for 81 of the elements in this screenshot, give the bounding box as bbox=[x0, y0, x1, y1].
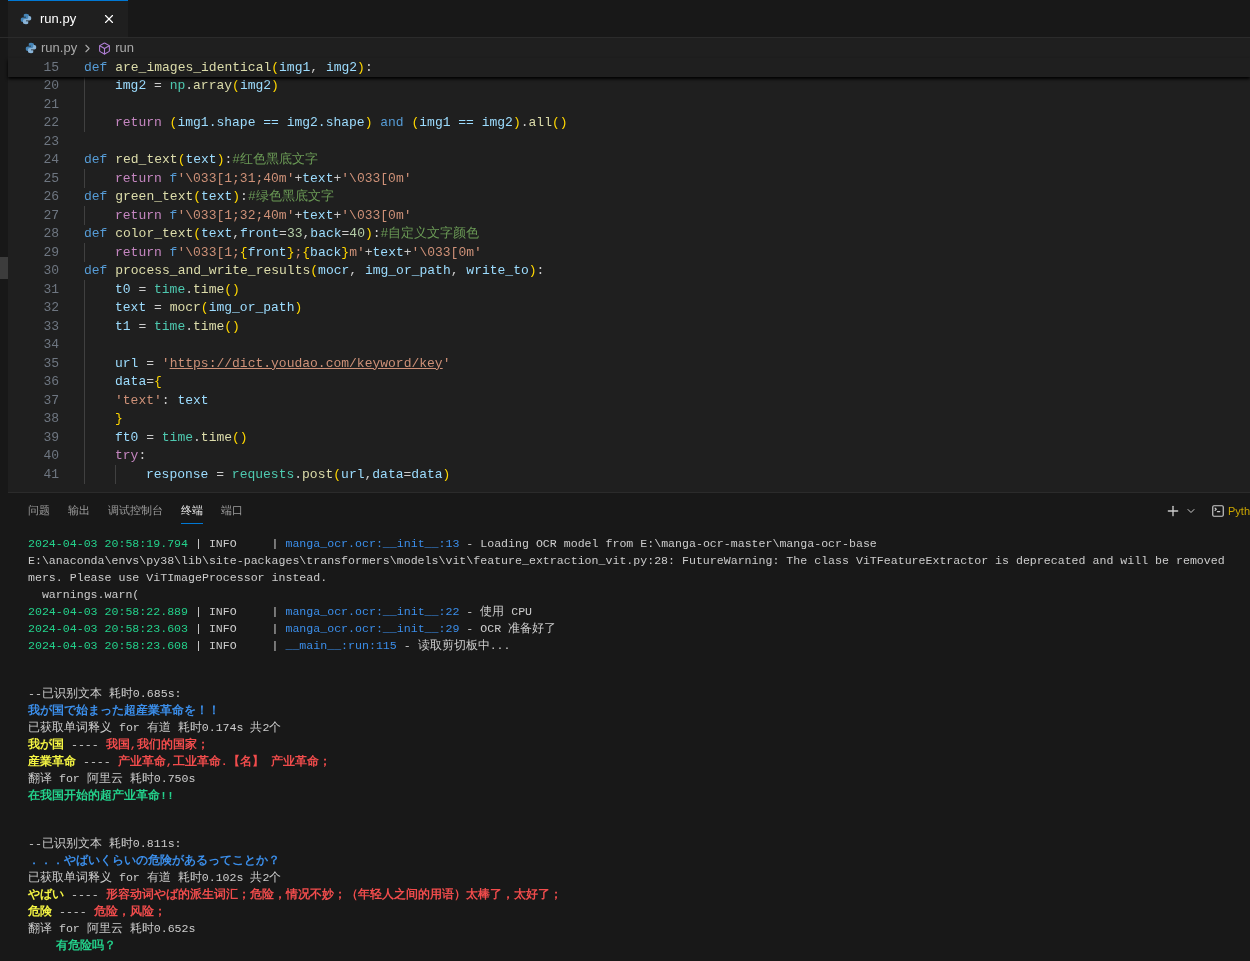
line-number: 29 bbox=[42, 243, 59, 262]
code-line: data={ bbox=[115, 373, 162, 391]
code-line: return (img1.shape == img2.shape) and (img1 == img2).all() bbox=[115, 114, 568, 132]
terminal-line: 翻译 for 阿里云 耗时0.750s bbox=[28, 771, 197, 787]
terminal-line: 在我国开始的超产业革命!! bbox=[28, 787, 175, 804]
add-terminal-icon[interactable] bbox=[1165, 503, 1181, 519]
line-number: 27 bbox=[42, 206, 59, 225]
code-line: def process_and_write_results(mocr, img_or_path, write_to): bbox=[84, 262, 545, 280]
terminal-profile-label[interactable]: Pyth bbox=[1228, 502, 1250, 520]
line-number: 26 bbox=[42, 188, 59, 206]
close-icon[interactable] bbox=[102, 12, 116, 26]
code-line: return f'\033[1;32;40m'+text+'\033[0m' bbox=[115, 206, 412, 225]
terminal-line: 我が国で始まった超産業革命を！！ bbox=[28, 702, 221, 719]
line-number: 36 bbox=[42, 373, 59, 391]
code-line: return f'\033[1;31;40m'+text+'\033[0m' bbox=[115, 169, 412, 188]
line-number: 39 bbox=[42, 428, 59, 447]
code-line: response = requests.post(url,data=data) bbox=[146, 465, 451, 484]
line-number: 25 bbox=[42, 169, 59, 188]
code-line: def red_text(text):#红色黑底文字 bbox=[84, 151, 319, 169]
line-number: 41 bbox=[42, 465, 59, 484]
line-number: 38 bbox=[42, 410, 59, 428]
python-file-icon bbox=[20, 13, 32, 25]
code-line: ft0 = time.time() bbox=[115, 428, 248, 447]
panel-tab[interactable]: 问题 bbox=[28, 498, 50, 524]
breadcrumb-item[interactable]: run.py bbox=[41, 38, 78, 58]
line-number: 21 bbox=[42, 95, 59, 114]
breadcrumb-item[interactable]: run bbox=[115, 38, 134, 58]
line-number: 33 bbox=[42, 317, 59, 336]
code-line: def color_text(text,front=33,back=40):#自定义文字颜色 bbox=[84, 225, 480, 243]
cube-icon bbox=[98, 41, 112, 55]
terminal-line: 産業革命 ---- 产业革命,工业革命.【名】 产业革命； bbox=[28, 753, 332, 770]
line-number: 15 bbox=[42, 58, 59, 77]
terminal-icon bbox=[1211, 504, 1225, 518]
code-line: text = mocr(img_or_path) bbox=[115, 299, 303, 317]
terminal-line: 已获取单词释义 for 有道 耗时0.174s 共2个 bbox=[28, 720, 283, 736]
code-line: t1 = time.time() bbox=[115, 317, 240, 336]
terminal-line: warnings.warn( bbox=[40, 587, 141, 603]
line-number: 34 bbox=[42, 336, 59, 354]
terminal-line: --已识别文本 耗时0.685s: bbox=[28, 686, 183, 702]
line-number: 30 bbox=[42, 262, 59, 280]
editor-tab[interactable]: run.py bbox=[8, 0, 128, 37]
terminal-line: mers. Please use ViTImageProcessor instead. bbox=[28, 570, 329, 586]
terminal-line: ．．．やばいくらいの危険があるってことか？ bbox=[28, 853, 281, 869]
panel-tab[interactable]: 终端 bbox=[181, 498, 203, 524]
terminal-line: 2024-04-03 20:58:23.608 | INFO | __main__:run:115 - 读取剪切板中... bbox=[28, 638, 512, 654]
line-number: 35 bbox=[42, 354, 59, 373]
terminal-line: E:\anaconda\envs\py38\lib\site-packages\transformers\models\vit\feature_extraction_vit.py:28: FutureWarning: The class ViTFeatureExtractor is deprecated and will be removed bbox=[28, 553, 1226, 569]
terminal-line: 有危险吗？ bbox=[55, 938, 117, 954]
line-number: 28 bbox=[42, 225, 59, 243]
line-number: 40 bbox=[42, 447, 59, 465]
terminal-line: 2024-04-03 20:58:19.794 | INFO | manga_ocr.ocr:__init__:13 - Loading OCR model from E:\manga-ocr-master\manga-ocr-base bbox=[28, 536, 878, 552]
line-number: 32 bbox=[42, 299, 59, 317]
terminal-line: --已识别文本 耗时0.811s: bbox=[28, 836, 183, 852]
scroll-marker bbox=[0, 257, 8, 279]
code-line: def are_images_identical(img1, img2): bbox=[84, 58, 373, 77]
terminal-line: 已获取单词释义 for 有道 耗时0.102s 共2个 bbox=[28, 870, 283, 886]
code-line: url = 'https://dict.youdao.com/keyword/key' bbox=[115, 354, 451, 373]
code-line: def green_text(text):#绿色黑底文字 bbox=[84, 188, 334, 206]
code-line: 'text': text bbox=[115, 391, 209, 410]
line-number: 23 bbox=[42, 132, 59, 151]
code-line: return f'\033[1;{front};{back}m'+text+'\033[0m' bbox=[115, 243, 482, 262]
terminal-line: 2024-04-03 20:58:23.603 | INFO | manga_ocr.ocr:__init__:29 - OCR 准备好了 bbox=[28, 621, 558, 637]
panel-tab[interactable]: 端口 bbox=[221, 498, 243, 524]
line-number: 31 bbox=[42, 280, 59, 299]
panel-tab[interactable]: 调试控制台 bbox=[108, 498, 163, 524]
terminal-line: 我が国 ---- 我国,我们的国家； bbox=[28, 736, 210, 753]
code-line: img2 = np.array(img2) bbox=[115, 77, 279, 95]
terminal-line: 翻译 for 阿里云 耗时0.652s bbox=[28, 921, 197, 937]
tab-label: run.py bbox=[40, 10, 78, 29]
terminal-line: 危険 ---- 危险，风险； bbox=[28, 904, 167, 920]
terminal-line: 2024-04-03 20:58:22.889 | INFO | manga_ocr.ocr:__init__:22 - 使用 CPU bbox=[28, 604, 534, 620]
line-number: 37 bbox=[42, 391, 59, 410]
panel-tab[interactable]: 输出 bbox=[68, 498, 90, 524]
line-number: 24 bbox=[42, 151, 59, 169]
code-line: } bbox=[115, 410, 123, 428]
code-line: t0 = time.time() bbox=[115, 280, 240, 299]
terminal-line: やばい ---- 形容动词やば的派生词汇；危险，情况不妙；（年轻人之间的用语）太棒了，太好了； bbox=[28, 886, 563, 903]
code-line: try: bbox=[115, 447, 147, 465]
python-file-icon bbox=[25, 42, 37, 54]
line-number: 22 bbox=[42, 114, 59, 132]
line-number: 20 bbox=[42, 77, 59, 95]
